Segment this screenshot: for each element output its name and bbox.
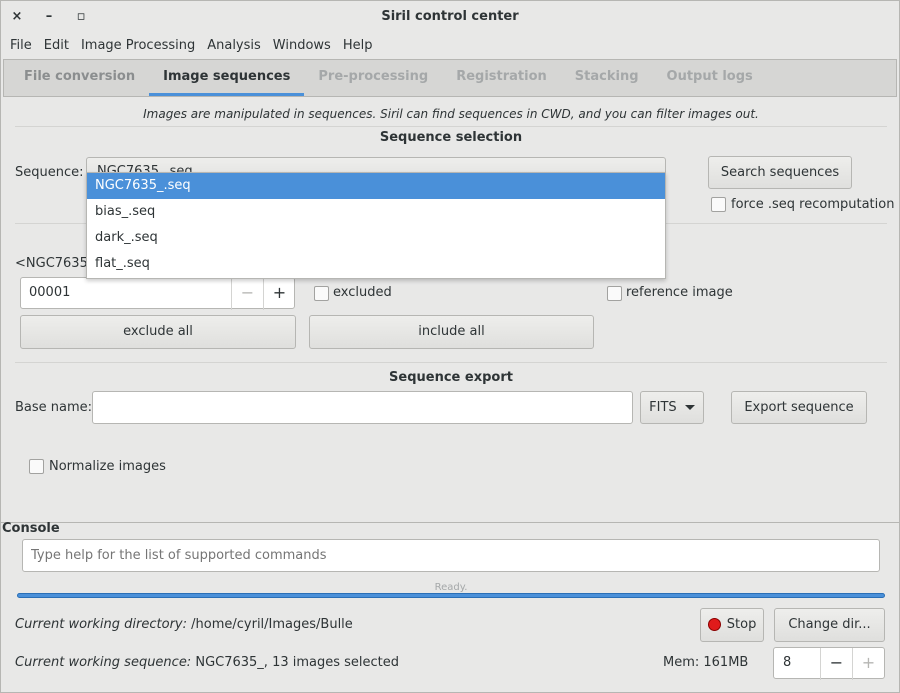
force-recompute-checkbox[interactable] [711, 197, 726, 212]
sequence-label: Sequence: [15, 165, 84, 180]
increment-image-button[interactable]: + [263, 278, 295, 310]
window-title: Siril control center [381, 9, 519, 24]
base-name-label: Base name: [15, 400, 93, 415]
cws-row: Current working sequence: NGC7635_, 13 i… [15, 655, 399, 670]
stop-icon [707, 618, 721, 631]
menu-image-processing[interactable]: Image Processing [75, 38, 201, 53]
cws-value: NGC7635_, 13 images selected [195, 655, 400, 670]
normalize-images-label: Normalize images [49, 459, 166, 474]
sequence-export-title: Sequence export [389, 370, 513, 385]
cws-label: Current working sequence: [15, 655, 192, 670]
divider [15, 362, 887, 363]
change-dir-button[interactable]: Change dir... [774, 608, 885, 642]
stop-button-label: Stop [726, 617, 757, 632]
sequence-option-dark[interactable]: dark_.seq [87, 225, 665, 251]
sequences-info-text: Images are manipulated in sequences. Sir… [143, 107, 759, 121]
console-divider [1, 522, 899, 523]
threads-value: 8 [783, 655, 792, 670]
divider [15, 126, 887, 127]
menu-help[interactable]: Help [337, 38, 379, 53]
menu-edit[interactable]: Edit [38, 38, 75, 53]
format-dropdown[interactable]: FITS [640, 391, 704, 424]
status-text: Ready. [434, 582, 468, 593]
search-sequences-button[interactable]: Search sequences [708, 156, 852, 189]
tab-pre-processing[interactable]: Pre-processing [304, 60, 442, 96]
increment-threads-button[interactable]: + [852, 648, 884, 680]
image-number-spinner[interactable]: 00001 − + [20, 277, 295, 310]
decrement-threads-button[interactable]: − [820, 648, 852, 680]
sequence-selection-title: Sequence selection [379, 130, 523, 145]
tab-registration[interactable]: Registration [442, 60, 561, 96]
menu-file[interactable]: File [4, 38, 38, 53]
threads-spinner[interactable]: 8 − + [773, 647, 885, 680]
sequence-option-ngc7635[interactable]: NGC7635_.seq [87, 173, 665, 199]
tab-stacking[interactable]: Stacking [561, 60, 653, 96]
menu-windows[interactable]: Windows [267, 38, 337, 53]
current-image-label: <NGC7635_ [15, 256, 95, 271]
include-all-button[interactable]: include all [309, 315, 594, 349]
tab-file-conversion[interactable]: File conversion [10, 60, 149, 96]
menu-analysis[interactable]: Analysis [201, 38, 267, 53]
progress-bar [17, 593, 885, 598]
sequence-option-flat[interactable]: flat_.seq [87, 251, 665, 277]
force-recompute-label: force .seq recomputation [731, 197, 895, 212]
tab-image-sequences[interactable]: Image sequences [149, 60, 305, 96]
chevron-down-icon [684, 405, 695, 410]
cwd-row: Current working directory: /home/cyril/I… [15, 617, 353, 632]
image-number-value: 00001 [29, 285, 71, 300]
sequence-dropdown-popup: NGC7635_.seq bias_.seq dark_.seq flat_.s… [86, 172, 666, 279]
memory-usage: Mem: 161MB [663, 655, 749, 670]
tab-output-logs[interactable]: Output logs [653, 60, 767, 96]
cwd-value: /home/cyril/Images/Bulle [191, 617, 353, 632]
base-name-input[interactable] [92, 391, 633, 424]
title-bar: × – ▫ Siril control center [1, 1, 899, 33]
excluded-label: excluded [333, 285, 392, 300]
format-value: FITS [649, 400, 677, 415]
console-title: Console [2, 521, 60, 536]
decrement-image-button[interactable]: − [231, 278, 263, 310]
sequence-option-bias[interactable]: bias_.seq [87, 199, 665, 225]
excluded-checkbox[interactable] [314, 286, 329, 301]
notebook-tabs: File conversion Image sequences Pre-proc… [3, 59, 897, 96]
normalize-images-checkbox[interactable] [29, 459, 44, 474]
stop-button[interactable]: Stop [700, 608, 764, 642]
exclude-all-button[interactable]: exclude all [20, 315, 296, 349]
reference-image-checkbox[interactable] [607, 286, 622, 301]
command-input[interactable] [22, 539, 880, 572]
menu-bar: File Edit Image Processing Analysis Wind… [1, 33, 899, 57]
reference-image-label: reference image [626, 285, 733, 300]
siril-main-window: × – ▫ Siril control center File Edit Ima… [0, 0, 900, 693]
export-sequence-button[interactable]: Export sequence [731, 391, 867, 424]
cwd-label: Current working directory: [15, 617, 187, 632]
